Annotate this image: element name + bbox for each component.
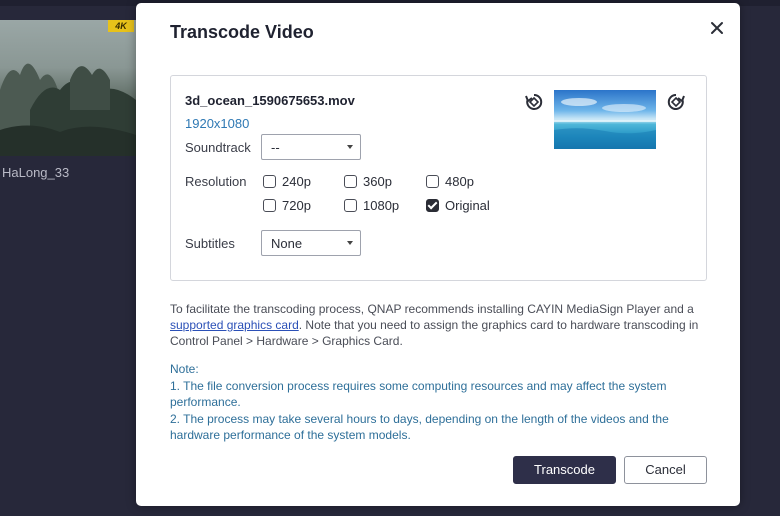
checkbox[interactable]	[263, 175, 276, 188]
option-label: Original	[445, 198, 490, 213]
karst-islands-image	[0, 63, 136, 156]
rotate-right-icon	[667, 93, 685, 110]
checkbox[interactable]	[344, 199, 357, 212]
option-label: 360p	[363, 174, 392, 189]
rotate-left-icon	[525, 93, 543, 110]
subtitles-select[interactable]: None	[261, 230, 361, 256]
note-section: Note: 1. The file conversion process req…	[170, 361, 710, 444]
note-item-1: 1. The file conversion process requires …	[170, 378, 667, 410]
note-item-2: 2. The process may take several hours to…	[170, 411, 669, 443]
option-label: 240p	[282, 174, 311, 189]
option-label: 720p	[282, 198, 311, 213]
info-text: To facilitate the transcoding process, Q…	[170, 301, 710, 349]
note-heading: Note:	[170, 362, 199, 376]
option-label: 480p	[445, 174, 474, 189]
rotate-left-button[interactable]	[523, 91, 545, 113]
chevron-down-icon	[347, 145, 353, 149]
ocean-preview-image	[554, 98, 656, 149]
file-name: 3d_ocean_1590675653.mov	[185, 93, 355, 108]
subtitles-label: Subtitles	[185, 236, 235, 251]
checkbox[interactable]	[263, 199, 276, 212]
subtitles-value: None	[271, 236, 303, 251]
close-button[interactable]	[706, 17, 728, 39]
background-item-label[interactable]: HaLong_33	[2, 165, 69, 180]
background-video-thumbnail[interactable]	[0, 20, 136, 156]
soundtrack-label: Soundtrack	[185, 140, 251, 155]
checkbox[interactable]	[344, 175, 357, 188]
close-icon	[711, 22, 723, 34]
video-settings-panel: 3d_ocean_1590675653.mov 1920x1080 Soundt…	[170, 75, 707, 281]
checkbox[interactable]	[426, 175, 439, 188]
cancel-button[interactable]: Cancel	[624, 456, 707, 484]
soundtrack-value: --	[271, 140, 280, 155]
4k-badge: 4K	[108, 20, 134, 32]
rotate-right-button[interactable]	[665, 91, 687, 113]
file-resolution: 1920x1080	[185, 116, 250, 131]
soundtrack-select[interactable]: --	[261, 134, 361, 160]
info-text-start: To facilitate the transcoding process, Q…	[170, 302, 694, 316]
checkbox-checked[interactable]	[426, 199, 439, 212]
supported-graphics-card-link[interactable]: supported graphics card	[170, 318, 299, 332]
chevron-down-icon	[347, 241, 353, 245]
dialog-title: Transcode Video	[170, 22, 314, 42]
option-label: 1080p	[363, 198, 400, 213]
resolution-label: Resolution	[185, 174, 247, 189]
transcode-button[interactable]: Transcode	[513, 456, 616, 484]
transcode-dialog: Transcode Video 3d_ocean_1590675653.mov …	[136, 3, 740, 506]
video-preview-thumbnail	[554, 90, 656, 149]
